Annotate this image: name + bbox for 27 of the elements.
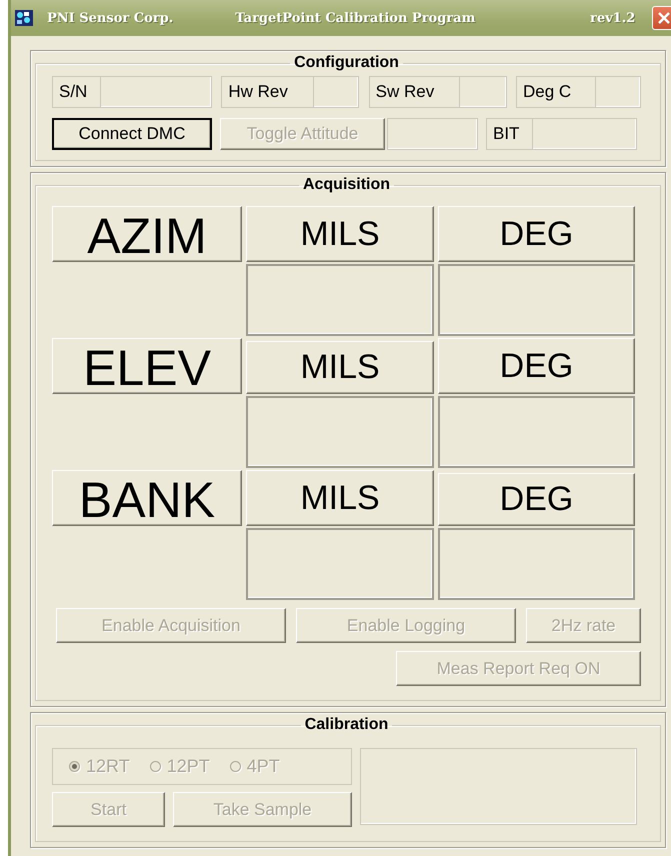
readout-field bbox=[594, 76, 641, 108]
unit-button[interactable]: DEG bbox=[438, 338, 635, 394]
field-label: Deg C bbox=[516, 76, 595, 108]
close-button[interactable] bbox=[652, 6, 671, 30]
unit-button[interactable]: MILS bbox=[246, 470, 434, 526]
group-title: Configuration bbox=[293, 54, 400, 72]
readout-field bbox=[313, 76, 360, 108]
close-icon bbox=[657, 11, 671, 25]
unit-button[interactable]: MILS bbox=[246, 206, 434, 262]
unit-button[interactable]: DEG bbox=[438, 206, 635, 262]
group-title: Calibration bbox=[304, 716, 390, 734]
unit-button[interactable]: MILS bbox=[246, 341, 434, 394]
axis-button[interactable]: AZIM bbox=[52, 206, 242, 262]
field-label: S/N bbox=[52, 76, 100, 108]
window-title: TargetPoint Calibration Program bbox=[235, 10, 476, 26]
readout-field bbox=[458, 76, 507, 108]
field-label: BIT bbox=[486, 118, 532, 150]
field-label: Hw Rev bbox=[221, 76, 314, 108]
app-icon bbox=[15, 10, 33, 26]
field-label: Sw Rev bbox=[368, 76, 459, 108]
unit-button[interactable]: DEG bbox=[438, 473, 635, 526]
connect-button[interactable]: Connect DMC bbox=[52, 118, 212, 150]
axis-button[interactable]: BANK bbox=[52, 470, 242, 526]
axis-button[interactable]: ELEV bbox=[52, 338, 242, 394]
group-title: Acquisition bbox=[302, 176, 392, 194]
company-name: PNI Sensor Corp. bbox=[47, 10, 174, 26]
version-label: rev1.2 bbox=[590, 10, 636, 26]
